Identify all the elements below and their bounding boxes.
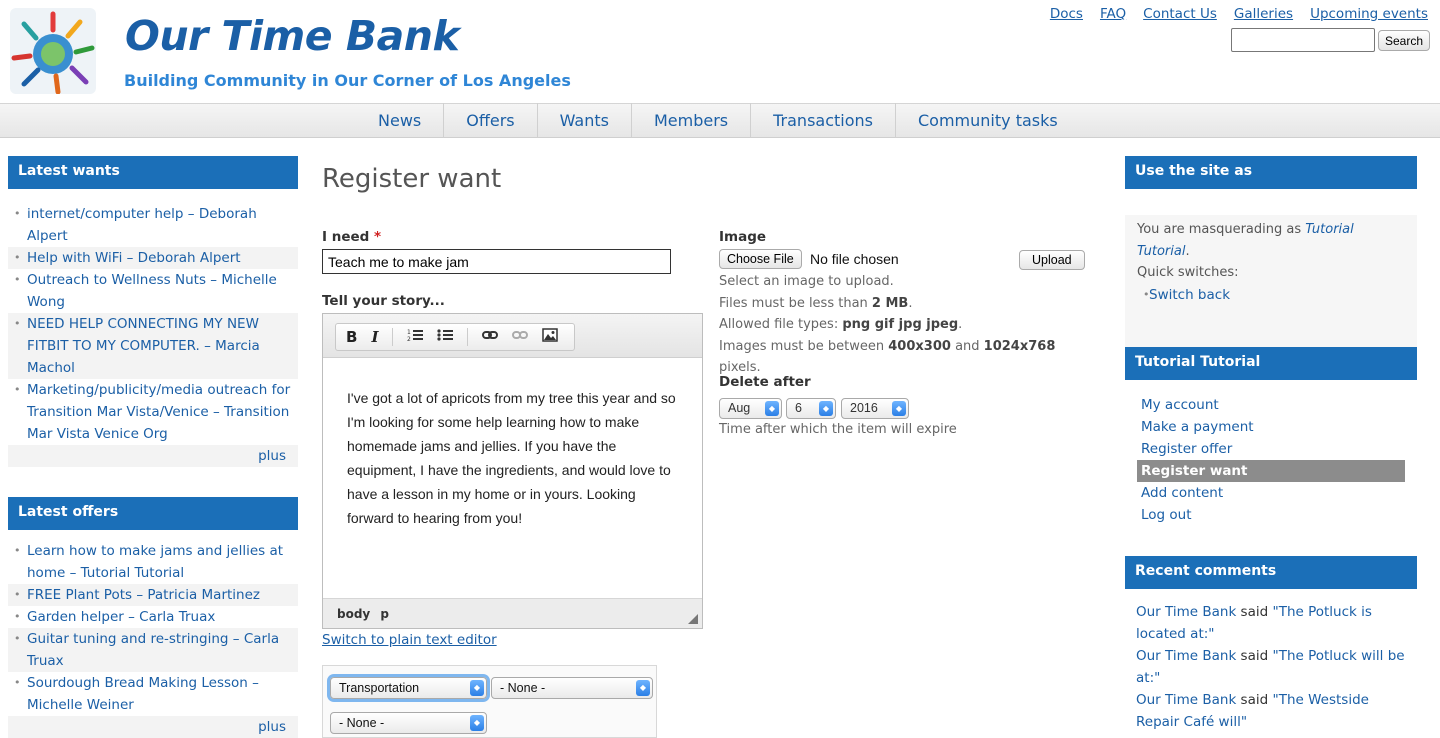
toolbar-divider bbox=[392, 328, 394, 346]
svg-text:2: 2 bbox=[407, 336, 411, 342]
story-label: Tell your story... bbox=[322, 293, 445, 309]
block-title: Latest wants bbox=[8, 156, 298, 189]
list-item[interactable]: FREE Plant Pots – Patricia Martinez bbox=[27, 587, 260, 603]
category-select-1[interactable]: Transportation ◆ bbox=[330, 677, 487, 699]
category-select-3[interactable]: - None - ◆ bbox=[330, 712, 487, 734]
nav-members[interactable]: Members bbox=[632, 103, 752, 138]
delete-after-help: Time after which the item will expire bbox=[719, 422, 957, 437]
need-label: I need * bbox=[322, 229, 382, 245]
top-link-galleries[interactable]: Galleries bbox=[1234, 6, 1293, 22]
block-title: Use the site as bbox=[1125, 156, 1417, 189]
chevron-down-icon: ◆ bbox=[765, 401, 779, 416]
unlink-icon[interactable] bbox=[512, 329, 529, 345]
image-help: Select an image to upload. Files must be… bbox=[719, 274, 1056, 375]
user-menu-block: Tutorial Tutorial My account Make a paym… bbox=[1125, 347, 1417, 534]
category-select-2[interactable]: - None - ◆ bbox=[491, 677, 653, 699]
numbered-list-icon[interactable]: 12 bbox=[407, 328, 424, 346]
nav-offers[interactable]: Offers bbox=[444, 103, 538, 138]
comment-item: Our Time Bank said "The Potluck will be … bbox=[1136, 648, 1405, 686]
chevron-down-icon: ◆ bbox=[636, 680, 650, 696]
comment-item: Our Time Bank said "The Westside Repair … bbox=[1136, 692, 1369, 730]
chevron-down-icon: ◆ bbox=[470, 715, 484, 731]
choose-file-button[interactable]: Choose File bbox=[719, 249, 802, 269]
menu-add-content[interactable]: Add content bbox=[1125, 482, 1417, 504]
nav-community-tasks[interactable]: Community tasks bbox=[896, 103, 1080, 138]
main-nav: News Offers Wants Members Transactions C… bbox=[356, 103, 1080, 138]
delete-month-select[interactable]: Aug ◆ bbox=[719, 398, 782, 419]
image-field: Image Choose File No file chosen Upload … bbox=[719, 229, 1099, 375]
italic-icon[interactable]: I bbox=[371, 327, 378, 347]
list-item[interactable]: Guitar tuning and re-stringing – Carla T… bbox=[27, 631, 279, 669]
masquerade-block: Use the site as You are masquerading as … bbox=[1125, 156, 1417, 359]
menu-log-out[interactable]: Log out bbox=[1125, 504, 1417, 526]
delete-after-label: Delete after bbox=[719, 374, 811, 390]
resize-handle-icon[interactable] bbox=[688, 614, 698, 624]
bold-icon[interactable]: B bbox=[346, 327, 357, 347]
quick-switches-label: Quick switches: bbox=[1137, 265, 1239, 280]
top-link-faq[interactable]: FAQ bbox=[1100, 6, 1126, 22]
site-name[interactable]: Our Time Bank bbox=[125, 8, 460, 64]
delete-after-field: Delete after Aug ◆ 6 ◆ 2016 ◆ Time after wh… bbox=[719, 374, 1099, 437]
need-title-field[interactable] bbox=[322, 249, 671, 274]
list-item[interactable]: Outreach to Wellness Nuts – Michelle Won… bbox=[27, 272, 277, 310]
editor-path: body p bbox=[323, 598, 702, 628]
list-item[interactable]: NEED HELP CONNECTING MY NEW FITBIT TO MY… bbox=[27, 316, 260, 376]
comment-item: Our Time Bank said "The Potluck is locat… bbox=[1136, 604, 1372, 642]
category-selectors: Transportation ◆ - None - ◆ - None - ◆ bbox=[322, 665, 657, 738]
delete-year-select[interactable]: 2016 ◆ bbox=[841, 398, 909, 419]
top-link-upcoming-events[interactable]: Upcoming events bbox=[1310, 6, 1428, 22]
nav-wants[interactable]: Wants bbox=[538, 103, 632, 138]
page-title: Register want bbox=[322, 164, 502, 194]
upload-button[interactable]: Upload bbox=[1019, 250, 1085, 270]
switch-to-plain-text-link[interactable]: Switch to plain text editor bbox=[322, 632, 497, 648]
site-slogan: Building Community in Our Corner of Los … bbox=[124, 71, 571, 90]
story-text[interactable]: I've got a lot of apricots from my tree … bbox=[323, 358, 702, 530]
list-item[interactable]: Marketing/publicity/media outreach for T… bbox=[27, 382, 290, 442]
search-button[interactable]: Search bbox=[1378, 30, 1431, 51]
list-item[interactable]: Learn how to make jams and jellies at ho… bbox=[27, 543, 283, 581]
image-label: Image bbox=[719, 229, 767, 245]
switch-back-link[interactable]: Switch back bbox=[1149, 287, 1230, 303]
top-link-docs[interactable]: Docs bbox=[1050, 6, 1083, 22]
toolbar-group: B I 12 bbox=[335, 323, 575, 351]
chevron-down-icon: ◆ bbox=[470, 680, 484, 696]
nav-news[interactable]: News bbox=[356, 103, 445, 138]
nav-transactions[interactable]: Transactions bbox=[751, 103, 896, 138]
file-status: No file chosen bbox=[810, 251, 899, 267]
latest-wants-block: Latest wants internet/computer help – De… bbox=[8, 156, 298, 467]
required-mark: * bbox=[374, 229, 382, 245]
menu-my-account[interactable]: My account bbox=[1125, 394, 1417, 416]
menu-make-payment[interactable]: Make a payment bbox=[1125, 416, 1417, 438]
editor-toolbar: B I 12 bbox=[323, 314, 702, 358]
list-item[interactable]: internet/computer help – Deborah Alpert bbox=[27, 206, 257, 244]
block-title: Tutorial Tutorial bbox=[1125, 347, 1417, 380]
block-title: Recent comments bbox=[1125, 556, 1417, 589]
top-links: Docs FAQ Contact Us Galleries Upcoming e… bbox=[1050, 6, 1428, 22]
svg-text:1: 1 bbox=[407, 329, 411, 336]
more-offers-link[interactable]: plus bbox=[258, 719, 286, 735]
site-logo[interactable] bbox=[10, 8, 96, 94]
chevron-down-icon: ◆ bbox=[892, 401, 906, 416]
list-item[interactable]: Help with WiFi – Deborah Alpert bbox=[27, 250, 241, 266]
list-item[interactable]: Garden helper – Carla Truax bbox=[27, 609, 215, 625]
bullet-list-icon[interactable] bbox=[437, 328, 454, 346]
image-icon[interactable] bbox=[542, 328, 559, 346]
more-wants-link[interactable]: plus bbox=[258, 448, 286, 464]
search-input[interactable] bbox=[1231, 28, 1375, 52]
block-title: Latest offers bbox=[8, 497, 298, 530]
toolbar-divider bbox=[467, 328, 469, 346]
recent-comments-block: Recent comments Our Time Bank said "The … bbox=[1125, 556, 1417, 733]
story-editor[interactable]: B I 12 I've got a lot of apricots from m… bbox=[322, 313, 703, 629]
top-link-contact[interactable]: Contact Us bbox=[1143, 6, 1217, 22]
latest-offers-block: Latest offers Learn how to make jams and… bbox=[8, 497, 298, 738]
menu-register-offer[interactable]: Register offer bbox=[1125, 438, 1417, 460]
chevron-down-icon: ◆ bbox=[819, 401, 833, 416]
list-item[interactable]: Sourdough Bread Making Lesson – Michelle… bbox=[27, 675, 259, 713]
menu-register-want[interactable]: Register want bbox=[1137, 460, 1405, 482]
link-icon[interactable] bbox=[482, 329, 499, 345]
delete-day-select[interactable]: 6 ◆ bbox=[786, 398, 836, 419]
